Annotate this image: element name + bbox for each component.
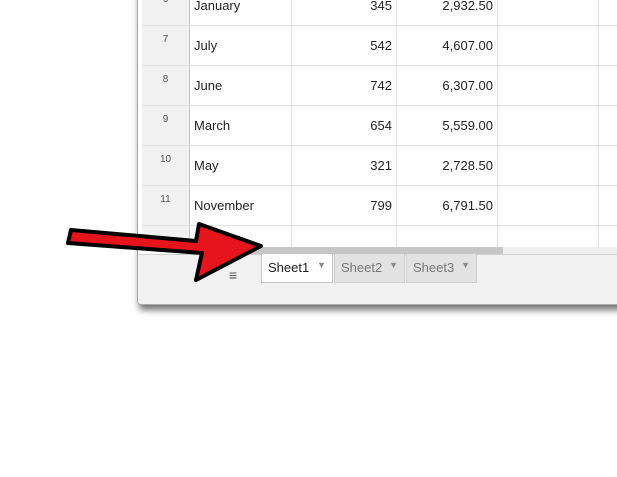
- chevron-down-icon[interactable]: ▼: [317, 260, 326, 270]
- sheet-grid: 6 January 345 2,932.50 7 July 542 4,607.…: [142, 0, 617, 247]
- amount-cell[interactable]: 4,607.00: [397, 26, 498, 65]
- month-cell[interactable]: March: [190, 106, 292, 145]
- chevron-down-icon[interactable]: ▼: [389, 260, 398, 270]
- quantity-cell[interactable]: 654: [292, 106, 397, 145]
- empty-cell[interactable]: [599, 0, 617, 25]
- row-number[interactable]: 6: [142, 0, 190, 25]
- tab-sheet1[interactable]: Sheet1 ▼: [261, 254, 333, 283]
- amount-cell[interactable]: 6,791.50: [397, 186, 498, 225]
- empty-cell[interactable]: [498, 106, 599, 145]
- tab-label: Sheet2: [341, 260, 383, 275]
- tab-label: Sheet3: [413, 260, 455, 275]
- empty-cell[interactable]: [498, 226, 599, 247]
- quantity-cell[interactable]: 799: [292, 186, 397, 225]
- empty-cell[interactable]: [498, 0, 599, 25]
- list-icon[interactable]: ≡: [224, 266, 242, 284]
- scrollbar-thumb[interactable]: [190, 247, 503, 254]
- empty-cell[interactable]: [599, 26, 617, 65]
- table-row: 10 May 321 2,728.50: [142, 146, 617, 186]
- empty-cell[interactable]: [599, 146, 617, 185]
- table-row: 11 November 799 6,791.50: [142, 186, 617, 226]
- quantity-cell[interactable]: 345: [292, 0, 397, 25]
- empty-cell[interactable]: [599, 106, 617, 145]
- amount-cell[interactable]: 2,932.50: [397, 0, 498, 25]
- table-row: 8 June 742 6,307.00: [142, 66, 617, 106]
- tab-sheet2[interactable]: Sheet2 ▼: [334, 254, 405, 283]
- table-row: 9 March 654 5,559.00: [142, 106, 617, 146]
- quantity-cell[interactable]: 742: [292, 66, 397, 105]
- empty-cell[interactable]: [498, 186, 599, 225]
- tab-sheet3[interactable]: Sheet3 ▼: [406, 254, 477, 283]
- month-cell[interactable]: July: [190, 26, 292, 65]
- month-cell[interactable]: May: [190, 146, 292, 185]
- amount-cell[interactable]: 2,728.50: [397, 146, 498, 185]
- empty-cell[interactable]: [599, 66, 617, 105]
- row-number[interactable]: [142, 226, 190, 247]
- month-cell[interactable]: [190, 226, 292, 247]
- row-number[interactable]: 7: [142, 26, 190, 65]
- empty-cell[interactable]: [498, 146, 599, 185]
- spreadsheet-window: 6 January 345 2,932.50 7 July 542 4,607.…: [137, 0, 617, 305]
- horizontal-scrollbar[interactable]: [190, 247, 617, 254]
- sheet-tab-bar: ≡ Sheet1 ▼ Sheet2 ▼ Sheet3 ▼: [138, 254, 617, 304]
- amount-cell[interactable]: 5,559.00: [397, 106, 498, 145]
- row-number[interactable]: 9: [142, 106, 190, 145]
- table-row: [142, 226, 617, 247]
- table-row: 7 July 542 4,607.00: [142, 26, 617, 66]
- empty-cell[interactable]: [498, 66, 599, 105]
- table-row: 6 January 345 2,932.50: [142, 0, 617, 26]
- empty-cell[interactable]: [599, 186, 617, 225]
- amount-cell[interactable]: [397, 226, 498, 247]
- row-number[interactable]: 8: [142, 66, 190, 105]
- row-number[interactable]: 11: [142, 186, 190, 225]
- quantity-cell[interactable]: 321: [292, 146, 397, 185]
- chevron-down-icon[interactable]: ▼: [461, 260, 470, 270]
- empty-cell[interactable]: [599, 226, 617, 247]
- row-number[interactable]: 10: [142, 146, 190, 185]
- quantity-cell[interactable]: [292, 226, 397, 247]
- tab-label: Sheet1: [268, 260, 310, 275]
- month-cell[interactable]: November: [190, 186, 292, 225]
- quantity-cell[interactable]: 542: [292, 26, 397, 65]
- amount-cell[interactable]: 6,307.00: [397, 66, 498, 105]
- month-cell[interactable]: June: [190, 66, 292, 105]
- empty-cell[interactable]: [498, 26, 599, 65]
- month-cell[interactable]: January: [190, 0, 292, 25]
